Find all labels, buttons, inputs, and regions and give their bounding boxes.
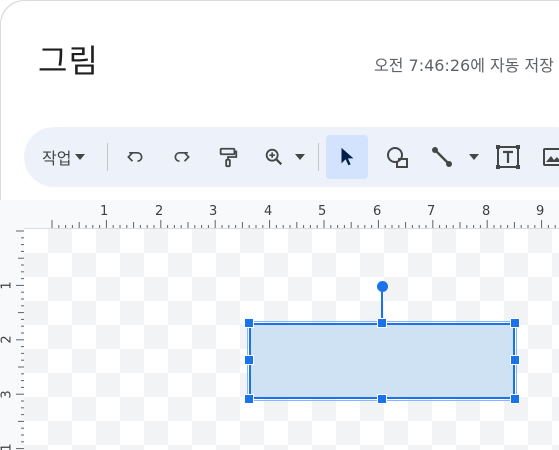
resize-handle-top-right[interactable] xyxy=(510,318,520,328)
drawing-dialog: 그림 오전 7:46:26에 자동 저장 작업 1 2 3 4 5 6 7 8 … xyxy=(0,0,559,450)
ruler-number: 3 xyxy=(209,204,218,219)
drawing-toolbar: 작업 xyxy=(24,127,559,187)
ruler-number: 2 xyxy=(0,335,15,344)
undo-button[interactable] xyxy=(117,139,153,175)
paint-format-button[interactable] xyxy=(210,139,246,175)
line-dropdown-button[interactable] xyxy=(466,139,482,175)
redo-icon xyxy=(174,152,190,162)
zoom-dropdown-button[interactable] xyxy=(292,139,308,175)
ruler-number: 5 xyxy=(318,204,327,219)
autosave-status: 오전 7:46:26에 자동 저장 xyxy=(374,56,554,75)
shape-icon xyxy=(387,147,408,168)
ruler-number: 9 xyxy=(536,204,545,219)
redo-button[interactable] xyxy=(164,139,200,175)
ruler-number: 6 xyxy=(373,204,382,219)
resize-handle-bottom-right[interactable] xyxy=(510,394,520,404)
zoom-button[interactable] xyxy=(256,139,292,175)
toolbar-divider xyxy=(318,143,319,171)
ruler-number: 8 xyxy=(482,204,491,219)
undo-icon xyxy=(127,152,143,162)
ruler-number: 1 xyxy=(100,204,109,219)
ruler-number: 1 xyxy=(0,443,15,450)
line-icon xyxy=(432,147,452,167)
ruler-number: 2 xyxy=(155,204,164,219)
resize-handle-right[interactable] xyxy=(510,355,520,365)
ruler-number: 4 xyxy=(264,204,273,219)
select-tool-button[interactable] xyxy=(326,135,368,179)
horizontal-ruler: 1 2 3 4 5 6 7 8 9 xyxy=(0,200,559,229)
zoom-icon xyxy=(265,148,283,166)
resize-handle-top-left[interactable] xyxy=(244,318,254,328)
image-button[interactable] xyxy=(535,139,559,175)
cursor-icon xyxy=(341,147,354,166)
chevron-down-icon xyxy=(75,154,86,160)
resize-handle-left[interactable] xyxy=(244,355,254,365)
dialog-title: 그림 xyxy=(38,42,99,80)
resize-handle-bottom[interactable] xyxy=(377,394,387,404)
text-box-button[interactable] xyxy=(490,139,526,175)
shape-button[interactable] xyxy=(379,139,415,175)
line-button[interactable] xyxy=(424,139,460,175)
rectangle-shape[interactable] xyxy=(247,321,517,401)
chevron-down-icon xyxy=(469,154,479,160)
rotate-handle[interactable] xyxy=(377,281,388,292)
actions-menu-label: 작업 xyxy=(42,149,72,168)
ruler-number: 7 xyxy=(427,204,436,219)
image-icon xyxy=(543,148,559,166)
ruler-number: 1 xyxy=(0,281,15,290)
resize-handle-bottom-left[interactable] xyxy=(244,394,254,404)
resize-handle-top[interactable] xyxy=(377,318,387,328)
paint-format-icon xyxy=(219,147,238,168)
chevron-down-icon xyxy=(295,154,305,160)
ruler-ticks xyxy=(51,220,556,228)
actions-menu-button[interactable]: 작업 xyxy=(42,143,86,171)
vertical-ruler: 1 2 3 1 xyxy=(0,228,24,450)
toolbar-divider xyxy=(107,143,108,171)
ruler-number: 3 xyxy=(0,390,15,399)
text-box-icon xyxy=(496,145,520,169)
